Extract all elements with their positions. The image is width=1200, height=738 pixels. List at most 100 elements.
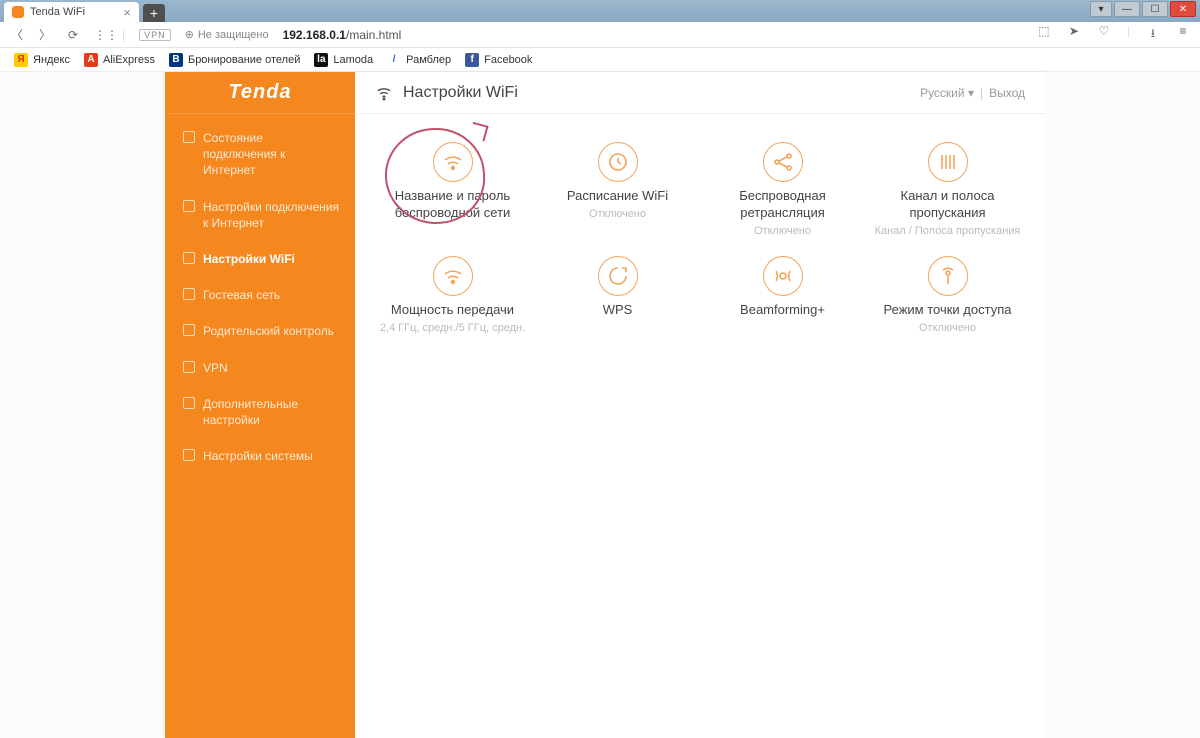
- bookmark-label: Бронирование отелей: [188, 54, 300, 66]
- tile-title: Название и пароль беспроводной сети: [379, 188, 526, 222]
- bookmark-favicon: /: [387, 53, 401, 67]
- settings-tile[interactable]: Режим точки доступа Отключено: [870, 250, 1025, 341]
- sidebar-item-icon: [183, 397, 195, 409]
- sidebar-item[interactable]: VPN: [165, 350, 355, 386]
- page-gutter-right: [1045, 72, 1200, 738]
- sidebar-item-label: Настройки подключения к Интернет: [203, 199, 339, 231]
- vpn-badge[interactable]: VPN: [139, 29, 171, 41]
- sidebar-item[interactable]: Настройки WiFi: [165, 241, 355, 277]
- tile-icon: [928, 256, 968, 296]
- tile-subtitle: 2,4 ГГц, средн./5 ГГц, средн.: [379, 321, 526, 335]
- sidebar-item-label: VPN: [203, 360, 228, 376]
- sidebar-item-label: Дополнительные настройки: [203, 396, 339, 428]
- tile-title: Мощность передачи: [379, 302, 526, 319]
- sidebar-item-icon: [183, 288, 195, 300]
- nav-back-icon[interactable]: 〈: [10, 26, 24, 43]
- tile-subtitle: Отключено: [544, 207, 691, 221]
- bookmark-label: Яндекс: [33, 54, 70, 66]
- sidebar-item[interactable]: Состояние подключения к Интернет: [165, 120, 355, 189]
- page-gutter-left: [0, 72, 165, 738]
- brand-logo: Tenda: [165, 72, 355, 114]
- settings-tile[interactable]: Беспроводная ретрансляцияОтключено: [705, 136, 860, 244]
- sidebar-item-label: Настройки WiFi: [203, 251, 295, 267]
- sidebar-item-label: Состояние подключения к Интернет: [203, 130, 339, 179]
- address-url[interactable]: 192.168.0.1/main.html: [283, 28, 402, 42]
- send-icon[interactable]: ➤: [1067, 24, 1081, 45]
- sidebar-item-icon: [183, 252, 195, 264]
- window-dropdown-icon[interactable]: ▾: [1090, 1, 1112, 17]
- settings-tile[interactable]: Канал и полоса пропусканияКанал / Полоса…: [870, 136, 1025, 244]
- new-tab-button[interactable]: +: [143, 4, 165, 22]
- bookmark-favicon: f: [465, 53, 479, 67]
- heart-icon[interactable]: ♡: [1097, 24, 1111, 45]
- sidebar-item[interactable]: Настройки подключения к Интернет: [165, 189, 355, 241]
- globe-icon: ⊕: [185, 28, 194, 41]
- tab-favicon: [12, 6, 24, 18]
- bookmark-favicon: la: [314, 53, 328, 67]
- tile-title: Beamforming+: [709, 302, 856, 319]
- tile-subtitle: Канал / Полоса пропускания: [874, 224, 1021, 238]
- nav-apps-icon[interactable]: ⋮⋮: [94, 28, 108, 42]
- tile-icon: [433, 256, 473, 296]
- menu-icon[interactable]: ≡: [1176, 24, 1190, 45]
- tile-title: WPS: [544, 302, 691, 319]
- tiles-grid: Название и пароль беспроводной сети Распи…: [355, 114, 1045, 363]
- tab-close-icon[interactable]: ×: [123, 5, 131, 20]
- tile-icon: [928, 142, 968, 182]
- sidebar-item-label: Настройки системы: [203, 448, 313, 464]
- bookmark-favicon: B: [169, 53, 183, 67]
- tile-title: Режим точки доступа: [874, 302, 1021, 319]
- sidebar-nav: Состояние подключения к Интернет Настройк…: [165, 114, 355, 480]
- chevron-down-icon: ▾: [968, 86, 974, 100]
- nav-reload-icon[interactable]: ⟳: [66, 28, 80, 42]
- tile-subtitle: Отключено: [874, 321, 1021, 335]
- bookmark-label: Рамблер: [406, 54, 451, 66]
- router-admin-app: Tenda Состояние подключения к Интернет На…: [165, 72, 1045, 738]
- sidebar-item[interactable]: Родительский контроль: [165, 313, 355, 349]
- window-maximize-button[interactable]: ☐: [1142, 1, 1168, 17]
- nav-forward-icon[interactable]: 〉: [38, 26, 52, 43]
- sidebar-item-icon: [183, 449, 195, 461]
- bookmark-item[interactable]: / Рамблер: [387, 53, 451, 67]
- sidebar-item-icon: [183, 131, 195, 143]
- browser-tabbar: Tenda WiFi × + ▾ — ☐ ✕: [0, 0, 1200, 22]
- bookmarks-bar: Я Яндекс AAliExpress B Бронирование отелей la…: [0, 48, 1200, 72]
- bookmark-favicon: Я: [14, 53, 28, 67]
- sidebar-item-icon: [183, 324, 195, 336]
- browser-tab[interactable]: Tenda WiFi ×: [4, 2, 139, 22]
- window-minimize-button[interactable]: —: [1114, 1, 1140, 17]
- tile-icon: [598, 256, 638, 296]
- sidebar-item[interactable]: Настройки системы: [165, 438, 355, 474]
- bookmark-label: Facebook: [484, 54, 532, 66]
- tile-icon: [598, 142, 638, 182]
- language-selector[interactable]: Русский ▾: [920, 86, 974, 100]
- main-header: Настройки WiFi Русский ▾ | Выход: [355, 72, 1045, 114]
- settings-tile[interactable]: Название и пароль беспроводной сети: [375, 136, 530, 244]
- bookmark-item[interactable]: B Бронирование отелей: [169, 53, 300, 67]
- settings-tile[interactable]: Beamforming+: [705, 250, 860, 341]
- bookmark-item[interactable]: la Lamoda: [314, 53, 373, 67]
- settings-tile[interactable]: Мощность передачи 2,4 ГГц, средн./5 ГГц, …: [375, 250, 530, 341]
- bookmark-label: Lamoda: [333, 54, 373, 66]
- security-label: Не защищено: [198, 29, 269, 41]
- bookmark-item[interactable]: Я Яндекс: [14, 53, 70, 67]
- browser-toolbar: 〈 〉 ⟳ ⋮⋮ | VPN ⊕ Не защищено 192.168.0.1…: [0, 22, 1200, 48]
- security-indicator[interactable]: ⊕ Не защищено: [185, 28, 269, 41]
- tile-subtitle: Отключено: [709, 224, 856, 238]
- bookmark-item[interactable]: f Facebook: [465, 53, 532, 67]
- page-title: Настройки WiFi: [403, 84, 518, 102]
- sidebar-item-icon: [183, 200, 195, 212]
- settings-tile[interactable]: WPS: [540, 250, 695, 341]
- camera-icon[interactable]: ⬚: [1037, 24, 1051, 45]
- download-icon[interactable]: ⭳: [1146, 24, 1160, 45]
- sidebar-item[interactable]: Гостевая сеть: [165, 277, 355, 313]
- sidebar-item[interactable]: Дополнительные настройки: [165, 386, 355, 438]
- settings-tile[interactable]: Расписание WiFiОтключено: [540, 136, 695, 244]
- logout-link[interactable]: Выход: [989, 86, 1025, 100]
- sidebar-item-icon: [183, 361, 195, 373]
- bookmark-item[interactable]: AAliExpress: [84, 53, 155, 67]
- main-panel: Настройки WiFi Русский ▾ | Выход Названи…: [355, 72, 1045, 738]
- window-close-button[interactable]: ✕: [1170, 1, 1196, 17]
- sidebar: Tenda Состояние подключения к Интернет На…: [165, 72, 355, 738]
- sidebar-item-label: Гостевая сеть: [203, 287, 280, 303]
